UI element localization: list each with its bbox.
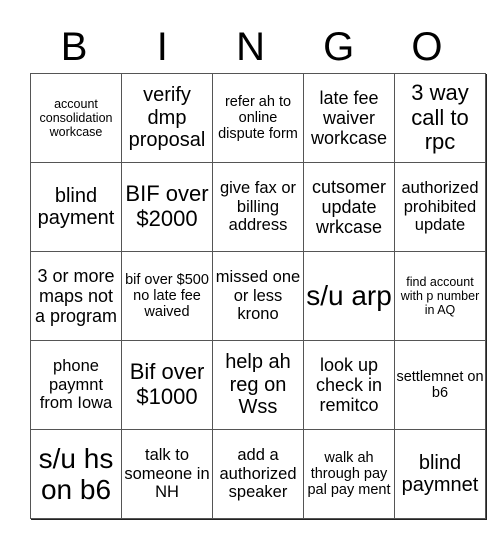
- header-letter-o: O: [411, 25, 443, 69]
- bingo-cell[interactable]: refer ah to online dispute form: [212, 73, 304, 163]
- bingo-cell[interactable]: bif over $500 no late fee waived: [121, 251, 213, 341]
- bingo-cell[interactable]: verify dmp proposal: [121, 73, 213, 163]
- bingo-cell[interactable]: phone paymnt from Iowa: [30, 340, 122, 430]
- bingo-cell[interactable]: authorized prohibited update: [394, 162, 486, 252]
- bingo-cell[interactable]: help ah reg on Wss: [212, 340, 304, 430]
- bingo-cell[interactable]: blind payment: [30, 162, 122, 252]
- bingo-cell[interactable]: late fee waiver workcase: [303, 73, 395, 163]
- bingo-card-grid: account consolidation workcase verify dm…: [30, 73, 486, 519]
- bingo-cell[interactable]: missed one or less krono: [212, 251, 304, 341]
- bingo-cell[interactable]: s/u hs on b6: [30, 429, 122, 519]
- bingo-cell[interactable]: settlemnet on b6: [394, 340, 486, 430]
- card-row-4: phone paymnt from Iowa Bif over $1000 he…: [30, 340, 486, 430]
- bingo-cell[interactable]: talk to someone in NH: [121, 429, 213, 519]
- bingo-cell[interactable]: cutsomer update wrkcase: [303, 162, 395, 252]
- bingo-cell[interactable]: look up check in remitco: [303, 340, 395, 430]
- card-row-1: account consolidation workcase verify dm…: [30, 73, 486, 163]
- bingo-cell[interactable]: BIF over $2000: [121, 162, 213, 252]
- bingo-cell[interactable]: 3 way call to rpc: [394, 73, 486, 163]
- bingo-cell[interactable]: find account with p number in AQ: [394, 251, 486, 341]
- bingo-cell[interactable]: 3 or more maps not a program: [30, 251, 122, 341]
- bingo-cell[interactable]: walk ah through pay pal pay ment: [303, 429, 395, 519]
- bingo-cell[interactable]: s/u arp: [303, 251, 395, 341]
- card-row-3: 3 or more maps not a program bif over $5…: [30, 251, 486, 341]
- bingo-cell[interactable]: Bif over $1000: [121, 340, 213, 430]
- header-letter-b: B: [60, 25, 88, 69]
- bingo-cell[interactable]: add a authorized speaker: [212, 429, 304, 519]
- bingo-cell[interactable]: account consolidation workcase: [30, 73, 122, 163]
- card-row-2: blind payment BIF over $2000 give fax or…: [30, 162, 486, 252]
- bingo-cell[interactable]: give fax or billing address: [212, 162, 304, 252]
- header-letter-i: I: [156, 25, 168, 69]
- header-letter-g: G: [323, 25, 355, 69]
- header-letter-n: N: [236, 25, 265, 69]
- bingo-header: B I N G O: [30, 22, 471, 72]
- card-row-5: s/u hs on b6 talk to someone in NH add a…: [30, 429, 486, 519]
- bingo-cell[interactable]: blind paymnet: [394, 429, 486, 519]
